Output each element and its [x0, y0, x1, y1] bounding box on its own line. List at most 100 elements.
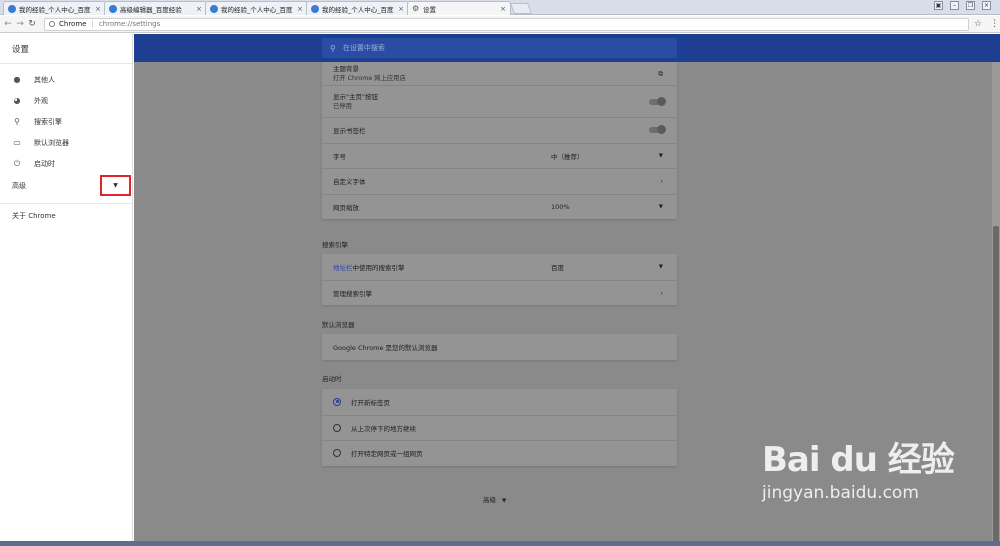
- bookmarks-bar-toggle[interactable]: [649, 125, 666, 135]
- home-button-row[interactable]: 显示"主页"按钮 已停用: [322, 85, 677, 117]
- page-zoom-row[interactable]: 网页缩放 100% ▼: [322, 193, 677, 220]
- tab-title: 我的经验_个人中心_百度: [221, 5, 293, 14]
- startup-option[interactable]: 从上次停下的地方继续: [322, 414, 677, 441]
- browser-tab[interactable]: 我的经验_个人中心_百度 ×: [306, 1, 409, 15]
- search-icon: ⚲: [14, 117, 20, 126]
- forward-icon[interactable]: →: [14, 19, 26, 29]
- sidebar-item-label: 其他人: [34, 75, 55, 84]
- sidebar-item-search[interactable]: ⚲ 搜索引擎: [0, 111, 132, 132]
- sidebar-advanced-label: 高级: [12, 182, 26, 190]
- sidebar-item-people[interactable]: ● 其他人: [0, 69, 132, 90]
- manage-search-engines-row[interactable]: 管理搜索引擎 ›: [322, 279, 677, 306]
- search-engine-select[interactable]: 百度: [551, 262, 564, 272]
- startup-option-label: 从上次停下的地方继续: [351, 424, 416, 433]
- search-engine-section-title: 搜索引擎: [322, 241, 348, 249]
- browser-icon: ▭: [13, 138, 21, 147]
- tab-title: 高级编辑器_百度经验: [120, 5, 182, 14]
- advanced-toggle-button[interactable]: 高级 ▼: [483, 494, 506, 504]
- startup-section-title: 启动时: [322, 375, 342, 383]
- minimize-icon[interactable]: –: [950, 1, 959, 10]
- new-tab-button[interactable]: [509, 3, 533, 14]
- font-size-row[interactable]: 字号 中（推荐） ▼: [322, 142, 677, 169]
- browser-tab[interactable]: 我的经验_个人中心_百度 ×: [3, 1, 106, 15]
- browser-toolbar: ← → ↻ Chrome | chrome://settings ☆ ⋮: [0, 16, 1000, 33]
- default-browser-row: Google Chrome 是您的默认浏览器: [322, 334, 677, 360]
- radio-button[interactable]: [333, 423, 341, 432]
- bookmarks-bar-row[interactable]: 显示书签栏: [322, 117, 677, 143]
- palette-icon: ◕: [13, 96, 21, 105]
- default-browser-text: Google Chrome 是您的默认浏览器: [333, 343, 438, 352]
- scrollbar[interactable]: [992, 62, 1000, 546]
- startup-option-label: 打开新标签页: [351, 398, 390, 407]
- radio-button[interactable]: [333, 397, 341, 406]
- sidebar-item-label: 搜索引擎: [34, 117, 62, 126]
- close-icon[interactable]: ×: [297, 5, 303, 13]
- tab-title: 我的经验_个人中心_百度: [19, 5, 91, 14]
- theme-subtitle: 打开 Chrome 网上应用店: [333, 74, 406, 82]
- startup-option[interactable]: 打开新标签页: [322, 389, 677, 415]
- close-icon[interactable]: ×: [95, 5, 101, 13]
- reload-icon[interactable]: ↻: [26, 19, 38, 29]
- chevron-down-icon: ▼: [502, 498, 507, 504]
- sidebar-item-startup[interactable]: ⏻ 启动时: [0, 153, 132, 174]
- sidebar-item-about[interactable]: 关于 Chrome: [0, 203, 132, 228]
- bookmarks-bar-label: 显示书签栏: [333, 127, 366, 136]
- search-engine-card: 地址栏中使用的搜索引擎 百度 ▼ 管理搜索引擎 ›: [322, 254, 677, 305]
- profile-icon[interactable]: ▣: [934, 1, 943, 10]
- window-close-icon[interactable]: ×: [982, 1, 991, 10]
- home-button-title: 显示"主页"按钮: [333, 92, 378, 101]
- search-engine-label-suffix: 中使用的搜索引擎: [352, 263, 405, 272]
- manage-search-engines-label: 管理搜索引擎: [333, 289, 372, 298]
- startup-card: 打开新标签页 从上次停下的地方继续 打开特定网页或一组网页: [322, 389, 677, 466]
- address-path: chrome://settings: [98, 20, 161, 28]
- search-engine-row[interactable]: 地址栏中使用的搜索引擎 百度 ▼: [322, 254, 677, 280]
- tab-title: 我的经验_个人中心_百度: [322, 5, 394, 14]
- chevron-right-icon: ›: [660, 177, 663, 186]
- baidu-paw-icon: [109, 4, 117, 13]
- gear-icon: ⚙: [412, 3, 420, 13]
- sidebar-title: 设置: [0, 34, 132, 64]
- page-zoom-select[interactable]: 100%: [551, 203, 570, 211]
- settings-sidebar: 设置 ● 其他人 ◕ 外观 ⚲ 搜索引擎 ▭ 默认浏览器 ⏻ 启动时 高级 ▼ …: [0, 34, 133, 546]
- close-icon[interactable]: ×: [500, 5, 506, 13]
- home-button-toggle[interactable]: [649, 96, 666, 106]
- radio-button[interactable]: [333, 449, 341, 458]
- power-icon: ⏻: [13, 158, 21, 168]
- theme-row[interactable]: 主题背景 打开 Chrome 网上应用店 ⧉: [322, 62, 677, 85]
- sidebar-item-label: 默认浏览器: [34, 138, 69, 147]
- external-link-icon[interactable]: ⧉: [658, 69, 663, 78]
- theme-title: 主题背景: [333, 64, 359, 73]
- address-bar[interactable]: Chrome | chrome://settings: [44, 17, 969, 31]
- page-zoom-label: 网页缩放: [333, 203, 359, 212]
- close-icon[interactable]: ×: [196, 5, 202, 13]
- close-icon[interactable]: ×: [398, 5, 404, 13]
- scrollbar-thumb[interactable]: [993, 226, 999, 544]
- search-input[interactable]: ⚲ 在设置中搜索: [322, 38, 677, 58]
- browser-tab[interactable]: 高级编辑器_百度经验 ×: [104, 1, 207, 15]
- search-engine-label: 地址栏中使用的搜索引擎: [333, 262, 405, 272]
- bookmark-star-icon[interactable]: ☆: [974, 19, 982, 29]
- baidu-watermark: Bai du 经验 jingyan.baidu.com: [762, 432, 992, 528]
- restore-icon[interactable]: ❐: [966, 1, 975, 10]
- browser-tab[interactable]: 我的经验_个人中心_百度 ×: [205, 1, 308, 15]
- font-size-select[interactable]: 中（推荐）: [551, 151, 584, 161]
- startup-option-label: 打开特定网页或一组网页: [351, 450, 423, 459]
- search-placeholder: 在设置中搜索: [342, 44, 385, 52]
- chevron-down-icon: ▼: [658, 152, 663, 159]
- address-bar-link[interactable]: 地址栏: [333, 264, 353, 272]
- custom-fonts-row[interactable]: 自定义字体 ›: [322, 168, 677, 194]
- font-size-label: 字号: [333, 152, 346, 161]
- startup-option[interactable]: 打开特定网页或一组网页: [322, 440, 677, 466]
- chevron-right-icon: ›: [660, 288, 663, 297]
- back-icon[interactable]: ←: [2, 19, 14, 29]
- search-icon: ⚲: [330, 43, 336, 53]
- browser-tab-active[interactable]: ⚙ 设置 ×: [407, 1, 511, 15]
- sidebar-item-appearance[interactable]: ◕ 外观: [0, 90, 132, 111]
- more-menu-icon[interactable]: ⋮: [990, 19, 999, 29]
- sidebar-item-default-browser[interactable]: ▭ 默认浏览器: [0, 132, 132, 153]
- sidebar-item-advanced[interactable]: 高级 ▼: [0, 174, 132, 198]
- chevron-down-icon[interactable]: ▼: [100, 175, 131, 196]
- home-button-subtitle: 已停用: [333, 102, 352, 110]
- secure-icon: [49, 21, 55, 27]
- default-browser-card: Google Chrome 是您的默认浏览器: [322, 334, 677, 360]
